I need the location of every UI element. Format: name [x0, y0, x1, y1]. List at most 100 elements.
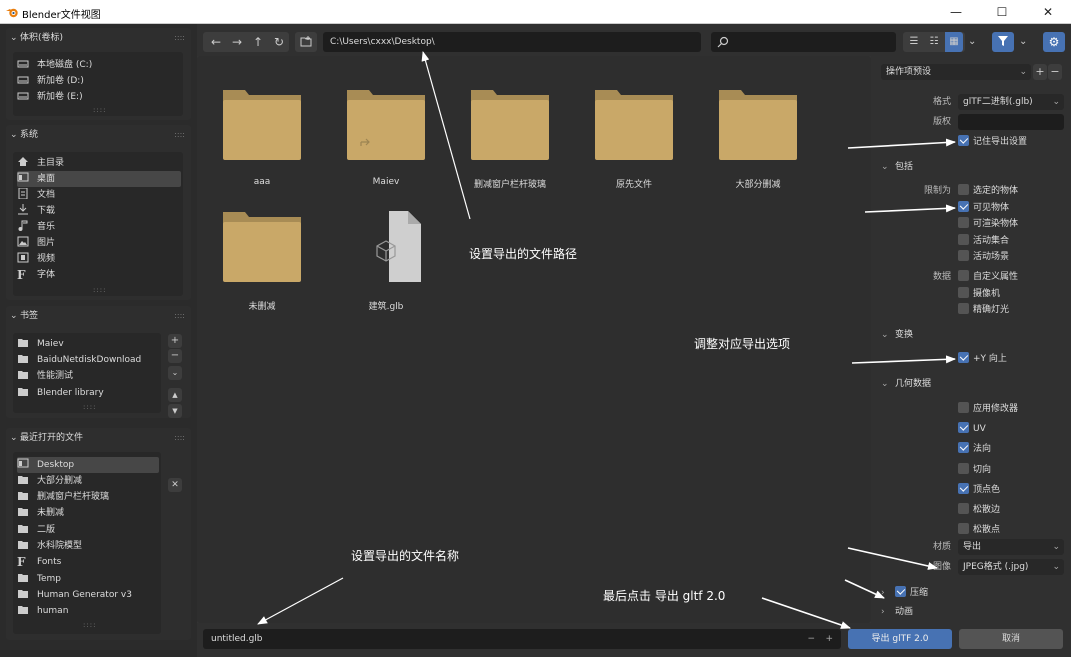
back-icon[interactable]: ←: [206, 32, 226, 52]
remove-preset-button[interactable]: −: [1048, 64, 1062, 80]
filter-button[interactable]: [992, 32, 1014, 52]
volumes-title: 体积(卷标): [20, 33, 64, 43]
copyright-input[interactable]: [958, 114, 1064, 130]
animation-section[interactable]: › 动画: [881, 604, 913, 620]
data-checkbox[interactable]: 摄像机: [958, 286, 1000, 302]
bookmark-item[interactable]: Blender library: [17, 385, 104, 401]
geometry-checkbox[interactable]: 顶点色: [958, 482, 1000, 498]
horizontal-list-icon[interactable]: ☷: [925, 32, 943, 52]
move-up-button[interactable]: ▲: [168, 388, 182, 402]
folder-icon: [471, 90, 549, 160]
geometry-checkbox[interactable]: UV: [958, 421, 986, 437]
recent-item[interactable]: 大部分删减: [17, 473, 82, 489]
geometry-checkbox[interactable]: 切向: [958, 462, 991, 478]
folder-item[interactable]: aaa: [207, 84, 317, 194]
recent-item-desktop[interactable]: Desktop: [17, 457, 159, 473]
folder-item[interactable]: 大部分删减: [703, 84, 813, 194]
data-checkbox[interactable]: 精确灯光: [958, 302, 1009, 318]
sidebar-item-fonts[interactable]: F 字体: [17, 267, 55, 283]
compression-section[interactable]: › 压缩: [881, 585, 928, 601]
move-down-button[interactable]: ▼: [168, 404, 182, 418]
forward-icon[interactable]: →: [227, 32, 247, 52]
minimize-button[interactable]: —: [933, 0, 979, 24]
transform-section[interactable]: ⌄ 变换: [881, 327, 913, 343]
settings-button[interactable]: ⚙: [1043, 32, 1065, 52]
parent-directory-icon[interactable]: ↑: [248, 32, 268, 52]
display-settings-dropdown-icon[interactable]: ⌄: [968, 32, 982, 52]
folder-icon: [223, 90, 301, 160]
volume-c[interactable]: 本地磁盘 (C:): [17, 57, 92, 73]
remove-bookmark-button[interactable]: −: [168, 349, 182, 363]
thumbnails-icon[interactable]: ▦: [945, 32, 963, 52]
volume-d[interactable]: 新加卷 (D:): [17, 73, 84, 89]
recent-item[interactable]: Temp: [17, 571, 61, 587]
data-checkbox[interactable]: 自定义属性: [958, 269, 1018, 285]
search-input[interactable]: [711, 32, 896, 52]
filename-input[interactable]: untitled.glb − +: [203, 629, 841, 649]
include-section[interactable]: ⌄ 包括: [881, 159, 913, 175]
operator-presets-dropdown[interactable]: 操作项预设 ⌄: [881, 64, 1031, 80]
bookmark-item[interactable]: Maiev: [17, 336, 64, 352]
bookmark-menu-button[interactable]: ⌄: [168, 366, 182, 380]
folder-item[interactable]: 删减窗户栏杆玻璃: [455, 84, 565, 194]
y-up-checkbox[interactable]: +Y 向上: [958, 351, 1007, 367]
add-bookmark-button[interactable]: +: [168, 334, 182, 348]
file-item[interactable]: 建筑.glb: [331, 206, 441, 316]
folder-item[interactable]: 未删减: [207, 206, 317, 316]
folder-icon: [223, 212, 301, 282]
music-icon: [17, 220, 31, 231]
volume-e[interactable]: 新加卷 (E:): [17, 89, 83, 105]
maximize-button[interactable]: ☐: [979, 0, 1025, 24]
sidebar-item-music[interactable]: 音乐: [17, 219, 55, 235]
vertical-list-icon[interactable]: ☰: [905, 32, 923, 52]
limit-checkbox[interactable]: 活动场景: [958, 249, 1009, 265]
recent-item[interactable]: human: [17, 603, 68, 619]
recent-item[interactable]: 水科院模型: [17, 538, 82, 554]
folder-item[interactable]: Maiev: [331, 84, 441, 194]
close-window-button[interactable]: ✕: [1025, 0, 1071, 24]
limit-checkbox[interactable]: 选定的物体: [958, 183, 1018, 199]
geometry-checkbox[interactable]: 应用修改器: [958, 401, 1018, 417]
bookmarks-header[interactable]: ⌄ 书签::::: [6, 306, 191, 326]
image-label: 图像: [932, 562, 951, 572]
volumes-header[interactable]: ⌄ 体积(卷标)::::: [6, 28, 191, 48]
geometry-checkbox[interactable]: 松散边: [958, 502, 1000, 518]
recent-item[interactable]: 未删减: [17, 505, 64, 521]
sidebar-item-pictures[interactable]: 图片: [17, 235, 55, 251]
folder-item[interactable]: 原先文件: [579, 84, 689, 194]
limit-checkbox[interactable]: 可渲染物体: [958, 216, 1018, 232]
limit-checkbox[interactable]: 可见物体: [958, 200, 1009, 216]
increment-icon[interactable]: +: [825, 629, 833, 649]
clear-recent-button[interactable]: ✕: [168, 478, 182, 492]
bookmark-item[interactable]: BaiduNetdiskDownload: [17, 352, 141, 368]
format-dropdown[interactable]: glTF二进制(.glb) ⌄: [958, 94, 1064, 110]
refresh-icon[interactable]: ↻: [269, 32, 289, 52]
recent-item[interactable]: F Fonts: [17, 554, 61, 570]
image-format-dropdown[interactable]: JPEG格式 (.jpg) ⌄: [958, 559, 1064, 575]
cancel-button[interactable]: 取消: [959, 629, 1063, 649]
geometry-section[interactable]: ⌄ 几何数据: [881, 376, 931, 392]
system-header[interactable]: ⌄ 系统::::: [6, 125, 191, 145]
sidebar-item-desktop[interactable]: 桌面: [17, 171, 181, 187]
sidebar-item-downloads[interactable]: 下载: [17, 203, 55, 219]
add-preset-button[interactable]: +: [1033, 64, 1047, 80]
material-dropdown[interactable]: 导出 ⌄: [958, 539, 1064, 555]
recent-item[interactable]: 删减窗户栏杆玻璃: [17, 489, 109, 505]
export-gltf-button[interactable]: 导出 glTF 2.0: [848, 629, 952, 649]
bookmark-item[interactable]: 性能测试: [17, 368, 73, 384]
directory-path-input[interactable]: C:\Users\cxxx\Desktop\: [323, 32, 701, 52]
recent-item[interactable]: Human Generator v3: [17, 587, 132, 603]
geometry-checkbox[interactable]: 法向: [958, 441, 991, 457]
sidebar-item-documents[interactable]: 文档: [17, 187, 55, 203]
filter-dropdown-icon[interactable]: ⌄: [1019, 32, 1031, 52]
geometry-checkbox[interactable]: 松散点: [958, 522, 1000, 538]
sidebar-item-videos[interactable]: 视频: [17, 251, 55, 267]
format-label: 格式: [932, 97, 951, 107]
new-folder-button[interactable]: [295, 32, 317, 52]
decrement-icon[interactable]: −: [807, 629, 815, 649]
recent-header[interactable]: ⌄ 最近打开的文件::::: [6, 428, 191, 448]
recent-item[interactable]: 二版: [17, 522, 55, 538]
sidebar-item-home[interactable]: 主目录: [17, 155, 64, 171]
remember-settings-checkbox[interactable]: 记住导出设置: [958, 134, 1027, 150]
limit-checkbox[interactable]: 活动集合: [958, 233, 1009, 249]
